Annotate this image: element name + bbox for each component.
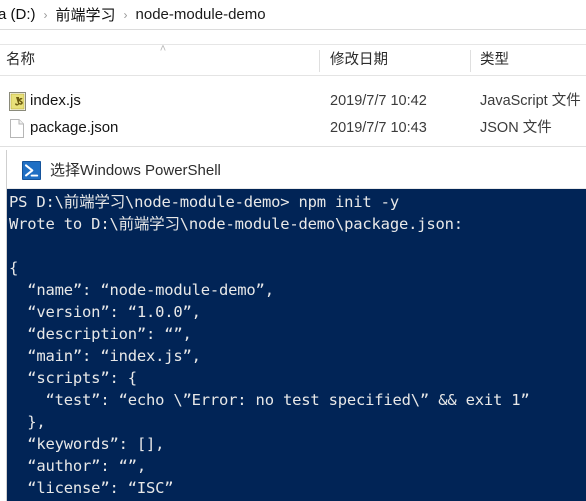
- column-header-type[interactable]: 类型: [480, 46, 509, 75]
- breadcrumb-separator-icon: ›: [123, 7, 128, 22]
- powershell-prompt-icon: [22, 160, 41, 180]
- breadcrumb-item-current[interactable]: node-module-demo: [135, 6, 267, 23]
- console-line: PS D:\前端学习\node-module-demo> npm init -y: [9, 193, 399, 211]
- column-header-date[interactable]: 修改日期: [330, 46, 388, 75]
- file-type: JavaScript 文件: [480, 93, 581, 109]
- column-divider[interactable]: [319, 50, 320, 72]
- powershell-titlebar[interactable]: 选择Windows PowerShell: [7, 150, 586, 189]
- console-line: {: [9, 259, 19, 277]
- powershell-title-text: 选择Windows PowerShell: [50, 161, 221, 179]
- breadcrumb-separator-icon: ›: [43, 7, 48, 22]
- console-line: Wrote to D:\前端学习\node-module-demo\packag…: [9, 215, 463, 233]
- file-date: 2019/7/7 10:43: [330, 120, 427, 136]
- column-header-name[interactable]: 名称: [6, 46, 35, 75]
- divider: [0, 44, 586, 45]
- powershell-window: 选择Windows PowerShell PS D:\前端学习\node-mod…: [6, 150, 586, 501]
- console-line: },: [9, 413, 46, 431]
- console-line: “scripts”: {: [9, 369, 137, 387]
- console-line: “name”: “node-module-demo”,: [9, 281, 274, 299]
- file-type: JSON 文件: [480, 120, 552, 136]
- breadcrumb-item-folder[interactable]: 前端学习: [55, 4, 117, 25]
- divider: [0, 75, 586, 76]
- console-line: “version”: “1.0.0”,: [9, 303, 201, 321]
- table-row[interactable]: index.js 2019/7/7 10:42 JavaScript 文件: [0, 88, 586, 114]
- file-name[interactable]: package.json: [30, 115, 118, 141]
- divider: [0, 29, 586, 30]
- console-line: “author”: “”,: [9, 457, 146, 475]
- generic-file-icon: [9, 119, 26, 138]
- javascript-file-icon: [9, 92, 26, 111]
- breadcrumb-item-drive[interactable]: a (D:): [0, 6, 37, 23]
- column-divider[interactable]: [470, 50, 471, 72]
- table-row[interactable]: package.json 2019/7/7 10:43 JSON 文件: [0, 115, 586, 141]
- column-header-row: 名称 修改日期 类型: [0, 46, 586, 75]
- console-line: “description”: “”,: [9, 325, 192, 343]
- divider: [0, 146, 586, 147]
- console-line: “license”: “ISC”: [9, 479, 174, 497]
- file-explorer-window: a (D:) › 前端学习 › node-module-demo ˄ 名称 修改…: [0, 0, 586, 150]
- console-text: PS D:\前端学习\node-module-demo> npm init -y…: [9, 191, 586, 501]
- console-line: “test”: “echo \”Error: no test specified…: [9, 391, 530, 409]
- file-date: 2019/7/7 10:42: [330, 93, 427, 109]
- console-line: “main”: “index.js”,: [9, 347, 201, 365]
- file-name[interactable]: index.js: [30, 88, 81, 114]
- powershell-console-output[interactable]: PS D:\前端学习\node-module-demo> npm init -y…: [7, 189, 586, 501]
- console-line: “keywords”: [],: [9, 435, 165, 453]
- breadcrumb[interactable]: a (D:) › 前端学习 › node-module-demo: [0, 0, 586, 29]
